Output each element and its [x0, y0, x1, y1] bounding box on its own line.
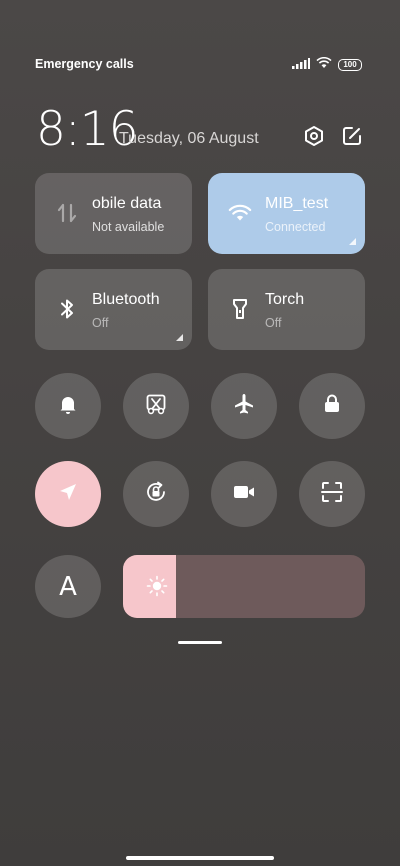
torch-title: Torch	[265, 291, 305, 308]
screen-record-toggle[interactable]	[211, 461, 277, 527]
wifi-icon	[228, 201, 252, 225]
bell-icon	[57, 393, 79, 420]
airplane-icon	[232, 392, 256, 421]
bluetooth-expand-icon[interactable]	[176, 334, 183, 341]
status-text: Emergency calls o	[35, 57, 135, 71]
battery-icon: 100	[338, 59, 362, 71]
sound-toggle[interactable]	[35, 373, 101, 439]
wifi-expand-icon[interactable]	[349, 238, 356, 245]
brightness-slider[interactable]	[123, 555, 365, 618]
location-icon	[57, 481, 79, 508]
edit-icon[interactable]	[340, 124, 364, 148]
scanner-toggle[interactable]	[299, 461, 365, 527]
rotation-lock-icon	[143, 479, 169, 510]
mobile-data-status: Not available	[92, 220, 165, 234]
airplane-toggle[interactable]	[211, 373, 277, 439]
panel-drag-handle[interactable]	[178, 641, 222, 644]
font-size-label: A	[59, 571, 77, 602]
date: Tuesday, 06 August	[119, 130, 259, 147]
bluetooth-icon	[55, 297, 79, 321]
bluetooth-status: Off	[92, 316, 109, 330]
home-indicator[interactable]	[126, 856, 274, 860]
video-camera-icon	[232, 481, 256, 508]
scan-icon	[320, 480, 344, 509]
status-bar: Emergency calls o 100	[35, 54, 362, 74]
mobile-data-title: obile data	[92, 195, 162, 212]
lock-icon	[321, 393, 343, 420]
torch-tile[interactable]: Torch Off	[208, 269, 365, 350]
location-toggle[interactable]	[35, 461, 101, 527]
screenshot-toggle[interactable]	[123, 373, 189, 439]
wifi-tile[interactable]: MIB_test Connected	[208, 173, 365, 254]
wifi-status: Connected	[265, 220, 326, 234]
sun-icon	[146, 575, 168, 597]
wifi-status-icon	[316, 56, 332, 74]
torch-icon	[228, 297, 252, 321]
bluetooth-title: Bluetooth	[92, 291, 160, 308]
bluetooth-tile[interactable]: Bluetooth Off	[35, 269, 192, 350]
signal-icon	[292, 56, 310, 74]
rotation-lock-toggle[interactable]	[123, 461, 189, 527]
status-icons: 100	[292, 56, 362, 74]
mobile-data-icon	[55, 201, 79, 225]
lock-toggle[interactable]	[299, 373, 365, 439]
screenshot-scissors-icon	[144, 392, 168, 421]
font-size-toggle[interactable]: A	[35, 555, 101, 618]
torch-status: Off	[265, 316, 282, 330]
wifi-title: MIB_test	[265, 195, 329, 212]
mobile-data-tile[interactable]: obile data Not available	[35, 173, 192, 254]
settings-icon[interactable]	[302, 124, 326, 148]
